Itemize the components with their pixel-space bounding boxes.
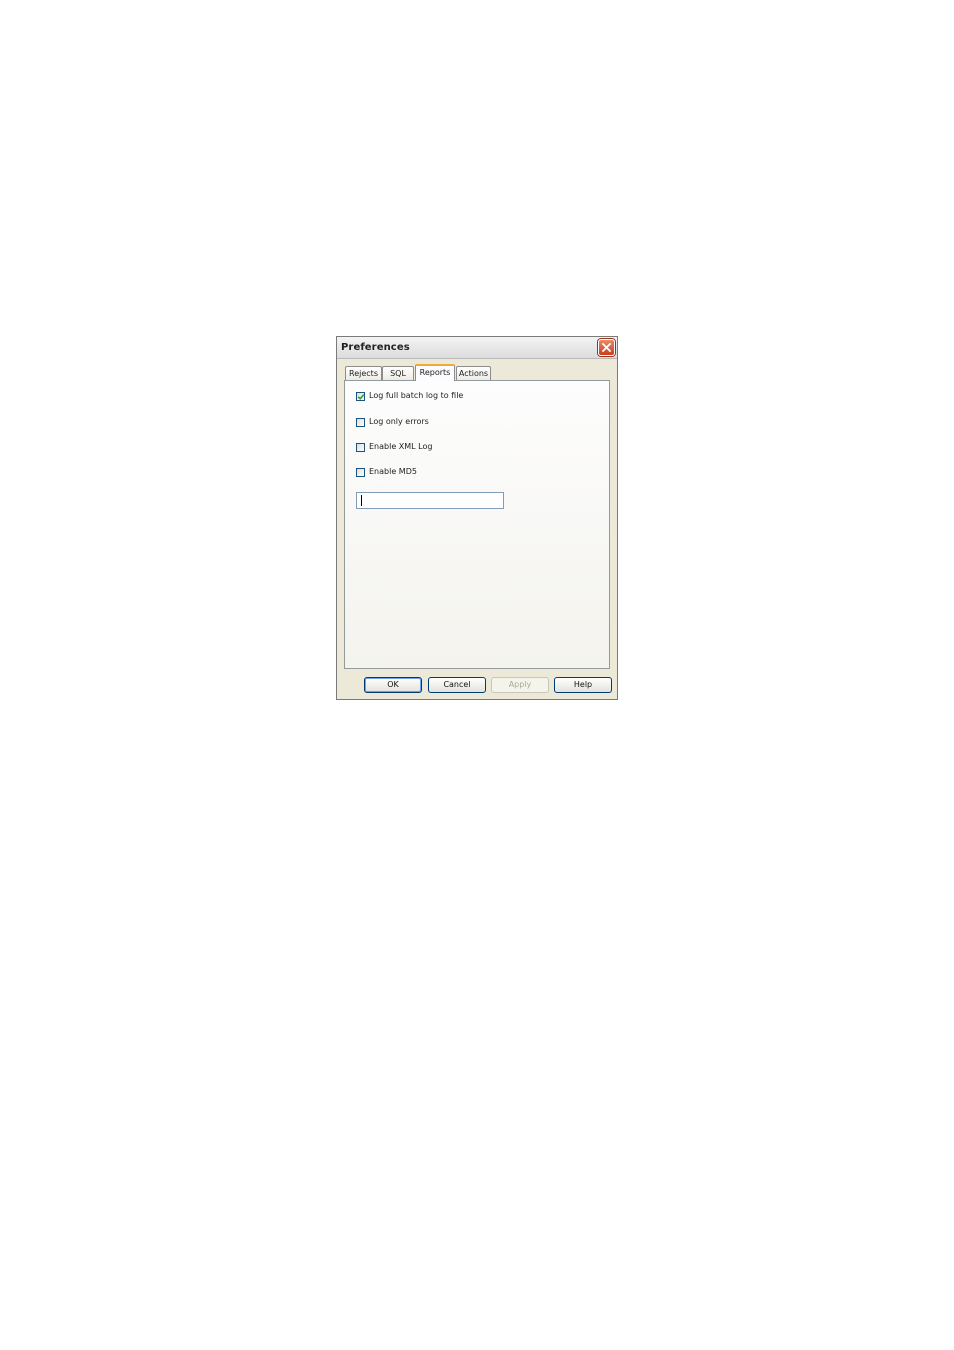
ok-button[interactable]: OK: [364, 677, 422, 693]
log-full-batch-checkbox[interactable]: [356, 392, 365, 401]
tab-actions[interactable]: Actions: [456, 366, 491, 380]
close-button[interactable]: [598, 339, 615, 356]
checkmark-icon: [357, 394, 365, 400]
preferences-dialog: Preferences Rejects SQL Reports Actions …: [336, 336, 618, 700]
apply-button: Apply: [491, 677, 549, 693]
close-icon: [602, 343, 611, 352]
text-caret: [361, 495, 362, 506]
reports-panel: Log full batch log to file Log only erro…: [344, 380, 610, 669]
log-only-errors-label: Log only errors: [369, 417, 429, 426]
cancel-button[interactable]: Cancel: [428, 677, 486, 693]
log-full-batch-label: Log full batch log to file: [369, 391, 464, 400]
tab-rejects[interactable]: Rejects: [345, 366, 382, 380]
title-bar[interactable]: Preferences: [337, 337, 617, 359]
report-text-field[interactable]: [356, 492, 504, 509]
enable-md5-checkbox[interactable]: [356, 468, 365, 477]
tab-reports[interactable]: Reports: [415, 364, 455, 381]
enable-md5-label: Enable MD5: [369, 467, 417, 476]
help-button[interactable]: Help: [554, 677, 612, 693]
log-only-errors-checkbox[interactable]: [356, 418, 365, 427]
enable-xml-log-label: Enable XML Log: [369, 442, 433, 451]
tab-sql[interactable]: SQL: [382, 366, 414, 380]
window-title: Preferences: [341, 342, 410, 353]
enable-xml-log-checkbox[interactable]: [356, 443, 365, 452]
